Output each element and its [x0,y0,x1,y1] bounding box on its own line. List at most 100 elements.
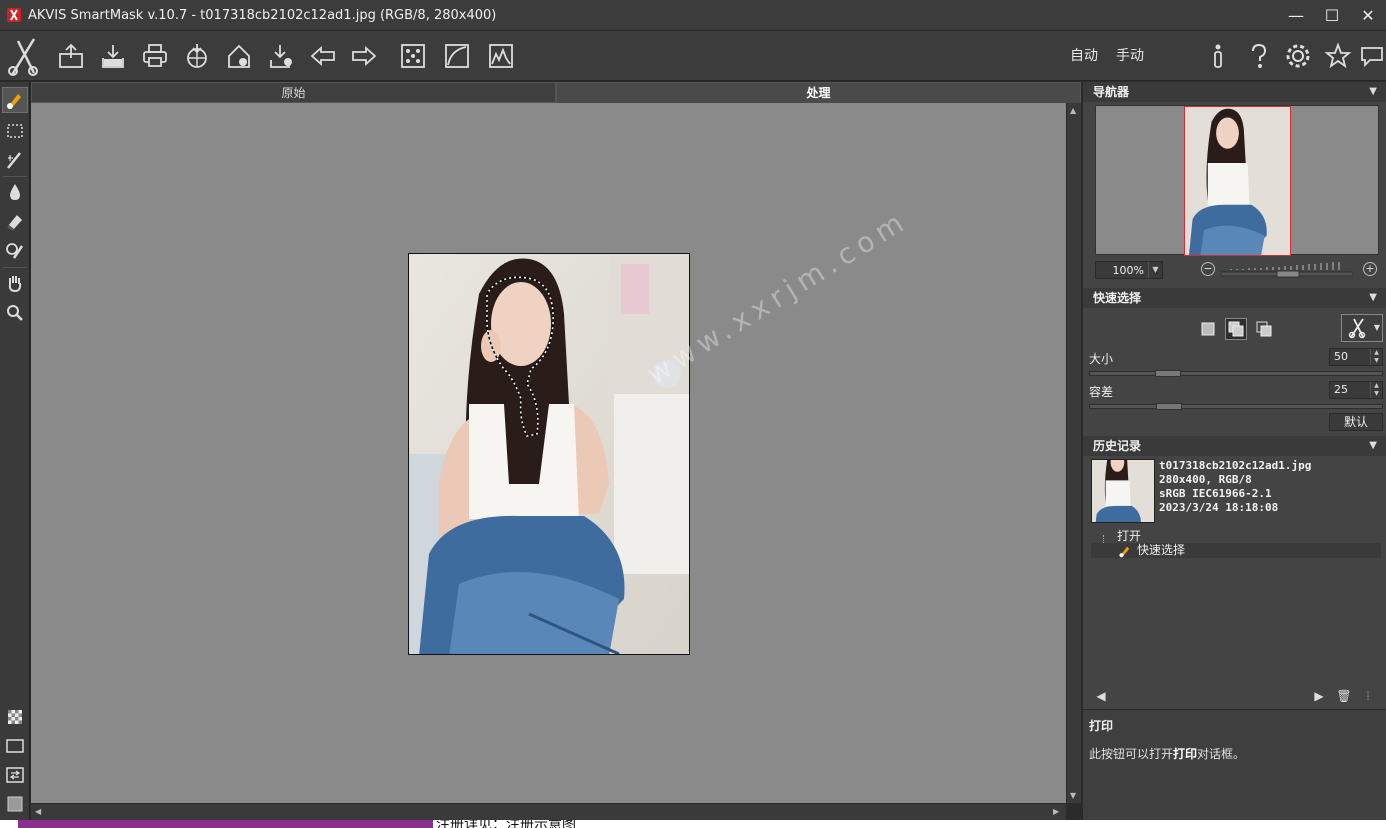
close-button[interactable]: ✕ [1350,0,1386,31]
color-toggle[interactable] [2,791,28,817]
main-toolbar: 自动 手动 [0,31,1386,81]
quick-select-header[interactable]: 快速选择 ▼ [1083,288,1386,308]
undo-arrow-icon [310,45,335,67]
favorites-icon [1324,42,1352,69]
maximize-button[interactable]: ☐ [1314,0,1350,31]
help-text-before: 此按钮可以打开 [1089,747,1174,761]
background-toggle[interactable] [2,733,28,759]
size-spinner[interactable]: 50 ▲ ▼ [1329,348,1383,366]
chevron-down-icon[interactable]: ▼ [1374,323,1380,332]
zoom-tool[interactable] [2,300,28,326]
batch-button[interactable] [265,40,297,72]
help-button[interactable] [1243,40,1275,72]
chevron-down-icon[interactable]: ▼ [1148,262,1162,278]
tab-original[interactable]: 原始 [31,82,556,103]
photo-image[interactable] [408,253,690,655]
quick-select-tool-dropdown[interactable]: ▼ [1341,314,1383,342]
undo-button[interactable] [307,40,339,72]
zoom-out-icon[interactable]: − [1201,262,1215,276]
minimize-button[interactable]: — [1278,0,1314,31]
history-play-icon[interactable]: ▶ [1311,688,1327,704]
trash-icon[interactable]: 🗑 [1336,688,1352,704]
eraser-tool[interactable] [2,209,28,235]
add-selection-icon [1228,321,1244,337]
history-header[interactable]: 历史记录 ▼ [1083,436,1386,456]
eraser-icon [7,215,22,232]
navigator-viewport-frame[interactable] [1184,106,1291,256]
magic-brush-tool[interactable] [2,147,28,173]
tolerance-spinner[interactable]: 25 ▲ ▼ [1329,381,1383,399]
rect-selection-tool[interactable] [2,118,28,144]
selection-mode-new[interactable] [1197,318,1219,340]
export-icon [228,44,250,68]
quick-selection-tool[interactable] [2,87,28,113]
image-canvas[interactable]: www.xxrjm.com [31,103,1066,803]
brush-tool[interactable] [2,238,28,264]
zoom-in-icon[interactable]: + [1363,262,1377,276]
history-toolbar: ◀ ▶ 🗑 ⁞ [1083,685,1386,707]
history-item-quick-select[interactable]: 快速选择 [1091,543,1381,558]
horizontal-scrollbar[interactable]: ◀ ▶ [31,803,1066,820]
size-label: 大小 [1089,352,1114,366]
hand-tool[interactable] [2,270,28,296]
size-slider[interactable] [1089,370,1383,377]
settings-button[interactable] [1282,40,1314,72]
tool-strip [0,82,30,828]
drop-tool[interactable] [2,179,28,205]
transparency-toggle[interactable] [2,704,28,730]
open-icon [59,43,83,68]
navigator-preview[interactable] [1095,105,1379,256]
vertical-scrollbar[interactable]: ▲ ▼ [1066,103,1081,803]
redo-button[interactable] [348,40,380,72]
collapse-icon[interactable]: ▼ [1369,288,1377,308]
save-button[interactable] [97,40,129,72]
favorites-button[interactable] [1322,40,1354,72]
spinner-arrows-icon[interactable]: ▲ ▼ [1370,382,1382,398]
selection-mode-add[interactable] [1225,318,1247,340]
hand-icon [8,276,22,293]
zoom-icon [7,305,23,321]
histogram-button[interactable] [485,40,517,72]
footer-cut-text: 注册详见：注册示意图 [436,820,576,828]
history-item-label: 快速选择 [1137,543,1186,557]
quick-selection-icon [1119,546,1130,558]
info-icon [1214,44,1222,68]
spinner-arrows-icon[interactable]: ▲ ▼ [1370,349,1382,365]
collapse-icon[interactable]: ▼ [1369,436,1377,456]
swap-icon [6,767,24,783]
history-item-open[interactable]: 打开 [1091,529,1381,544]
size-slider-thumb[interactable] [1155,370,1181,377]
default-button[interactable]: 默认 [1329,413,1383,431]
history-grid-icon[interactable]: ⁞ [1360,688,1376,704]
print-button[interactable] [139,40,171,72]
export-button[interactable] [223,40,255,72]
navigator-header[interactable]: 导航器 ▼ [1083,82,1386,102]
info-button[interactable] [1202,40,1234,72]
scroll-right-icon[interactable]: ▶ [1053,807,1059,816]
tolerance-slider-thumb[interactable] [1156,403,1182,410]
zoom-select[interactable]: 100% ▼ [1095,261,1163,279]
open-button[interactable] [55,40,87,72]
history-back-icon[interactable]: ◀ [1093,688,1109,704]
rect-selection-icon [7,124,23,138]
scroll-up-icon[interactable]: ▲ [1070,106,1076,115]
tolerance-label: 容差 [1089,385,1114,399]
tolerance-slider[interactable] [1089,403,1383,410]
mode-auto-button[interactable]: 自动 [1070,45,1098,65]
zoom-slider[interactable] [1221,260,1353,278]
chat-button[interactable] [1356,40,1386,72]
scroll-left-icon[interactable]: ◀ [35,807,41,816]
curve-button[interactable] [441,40,473,72]
swap-colors-toggle[interactable] [2,762,28,788]
brush-tool-icon [6,243,24,259]
mode-manual-button[interactable]: 手动 [1116,45,1144,65]
collapse-icon[interactable]: ▼ [1369,82,1377,102]
curve-icon [445,44,469,68]
tab-processing[interactable]: 处理 [556,82,1081,103]
title-bar: AKVIS SmartMask v.10.7 - t017318cb2102c1… [0,0,1386,31]
mask-button[interactable] [397,40,429,72]
selection-mode-subtract[interactable] [1253,318,1275,340]
scroll-down-icon[interactable]: ▼ [1070,791,1076,800]
history-profile: sRGB IEC61966-2.1 [1159,487,1272,500]
share-button[interactable] [181,40,213,72]
